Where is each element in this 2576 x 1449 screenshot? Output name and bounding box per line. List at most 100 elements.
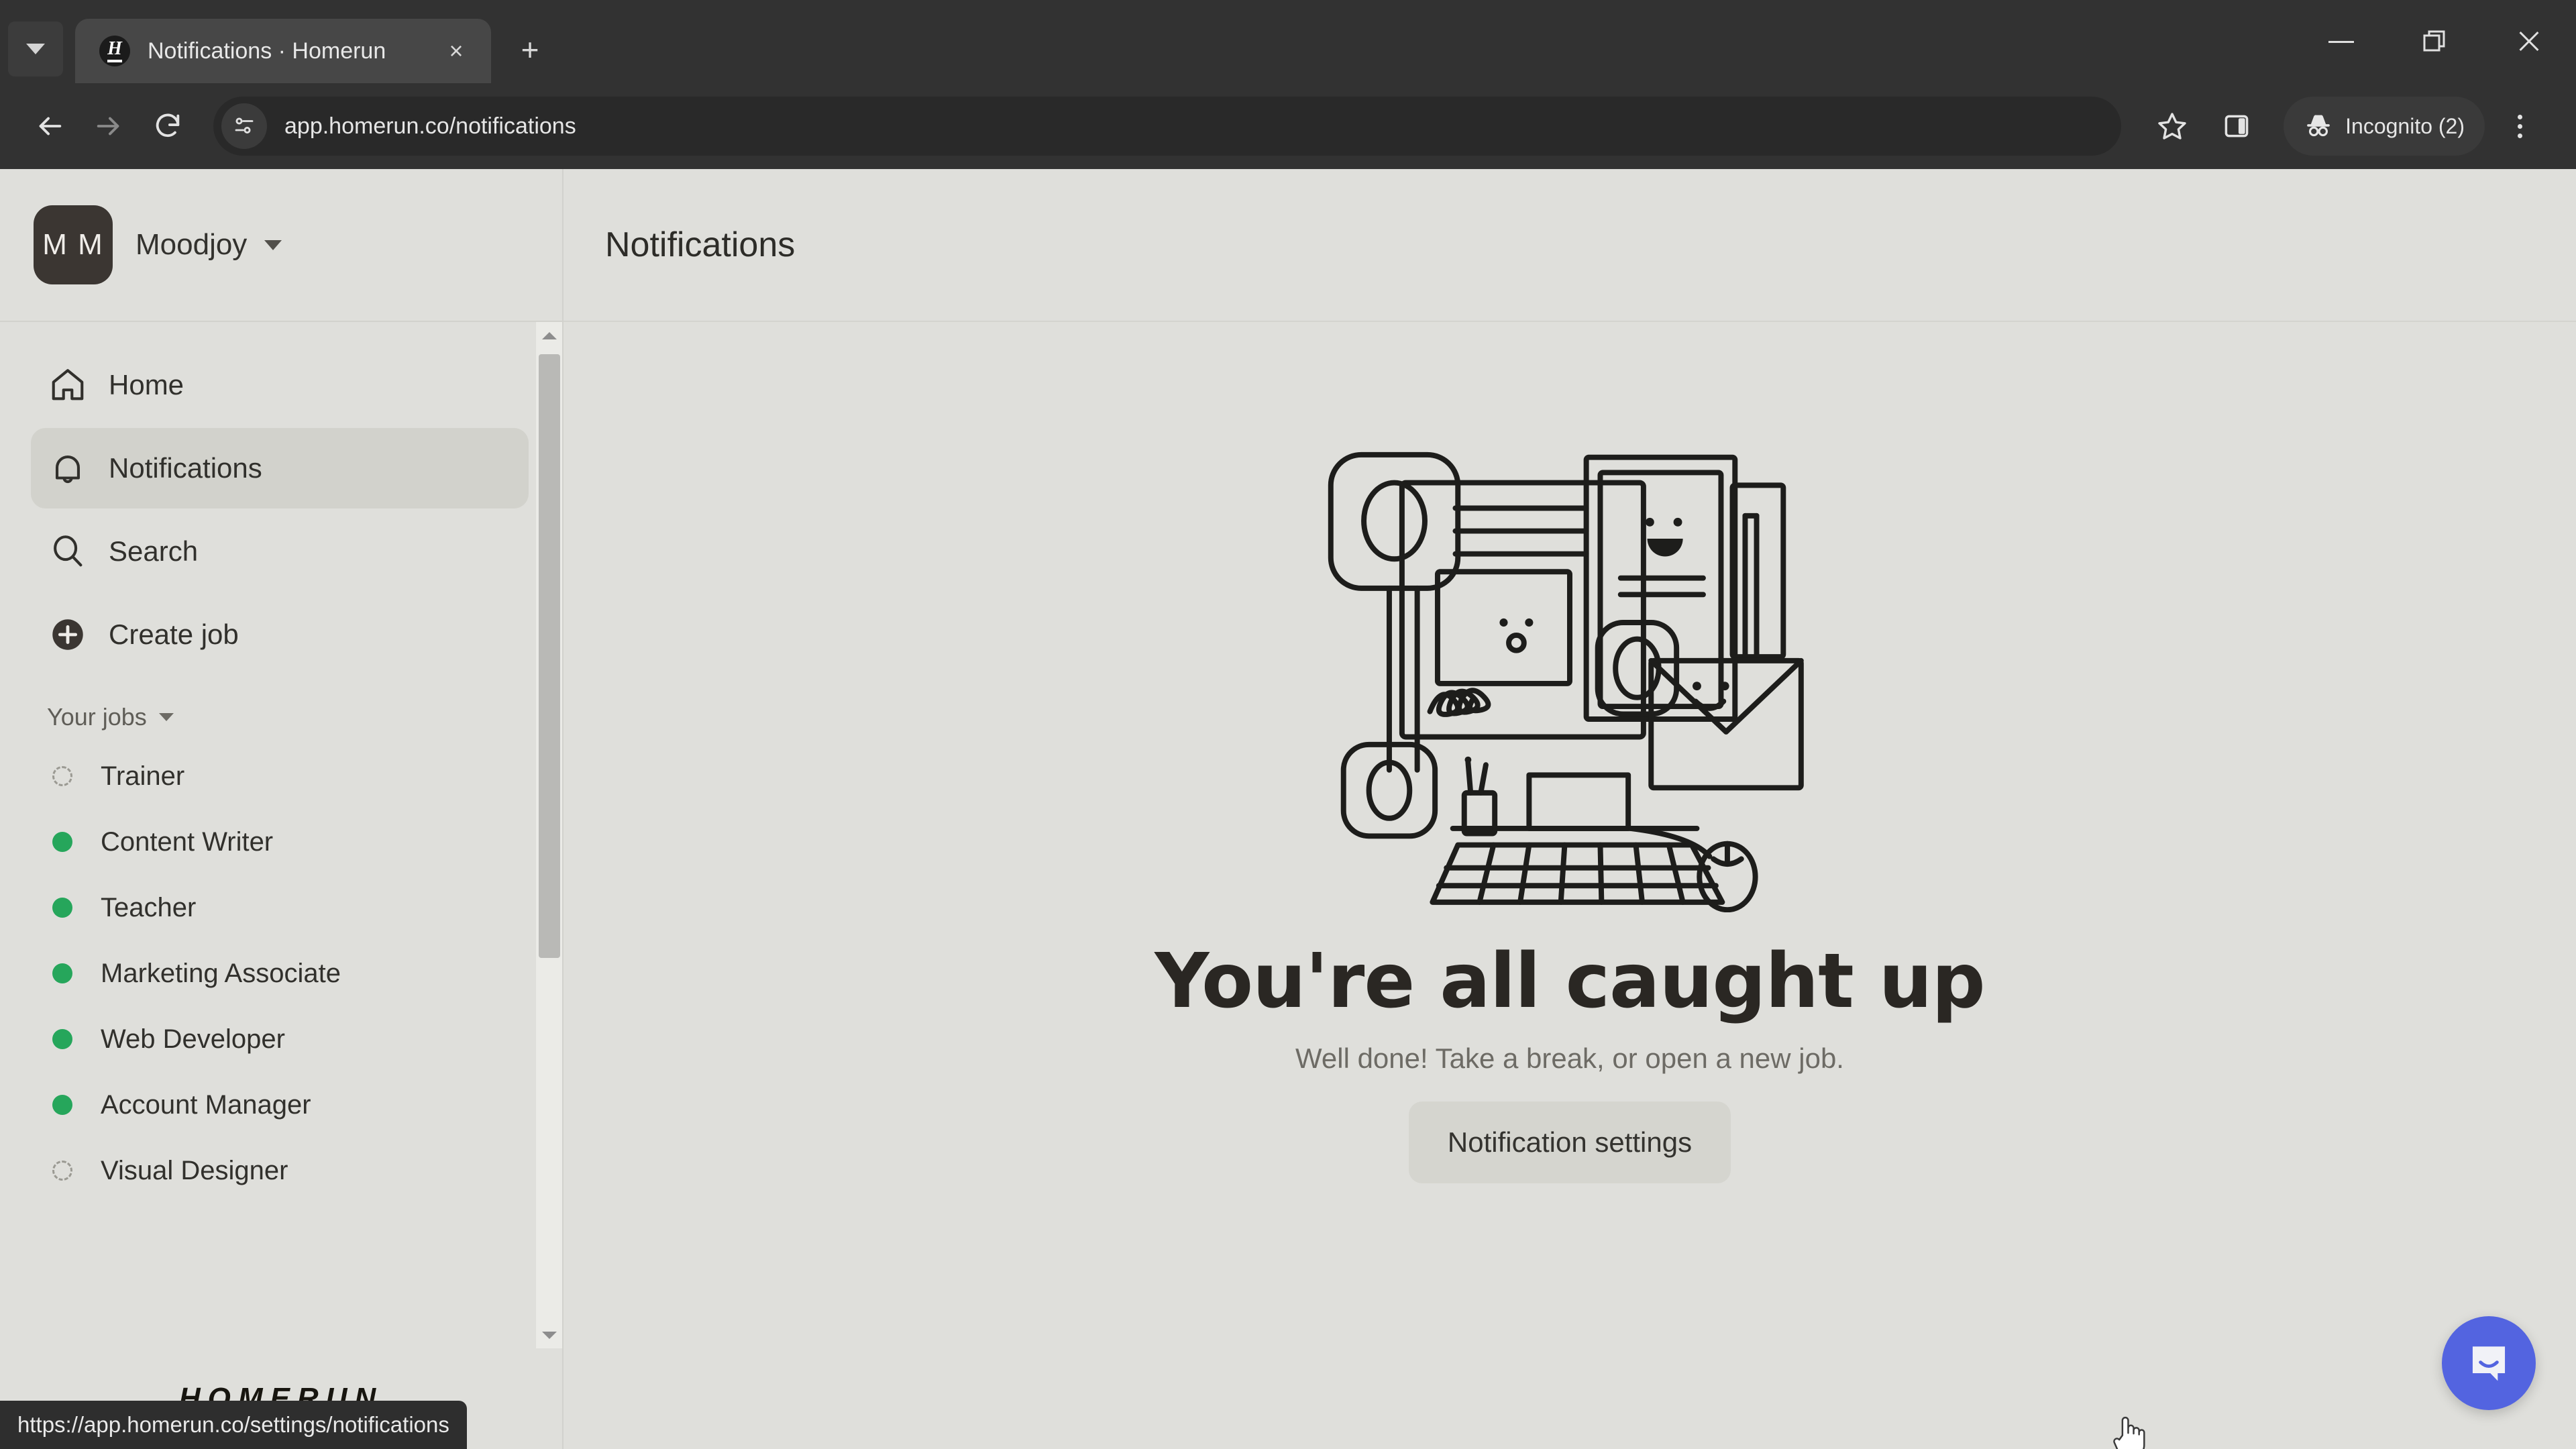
browser-tab[interactable]: H Notifications · Homerun × [75,19,491,83]
browser-menu-button[interactable] [2490,97,2549,156]
sidebar: M M Moodjoy Home Notifications Search Cr… [0,169,564,1449]
star-icon [2158,113,2186,140]
scroll-down-arrow-icon[interactable] [536,1322,562,1348]
list-item[interactable]: Trainer [31,743,529,809]
browser-window: H Notifications · Homerun × + app.homeru… [0,0,2576,1449]
chevron-down-icon [158,713,174,721]
your-jobs-label: Your jobs [47,703,147,731]
incognito-indicator[interactable]: Incognito (2) [2284,97,2485,156]
chat-bubble-icon [2472,1346,2506,1381]
page-title: Notifications [605,225,796,264]
desk-computer-envelope-illustration [1328,451,1804,912]
window-minimize-button[interactable] [2294,0,2388,83]
job-label: Web Developer [101,1024,285,1054]
tab-strip: H Notifications · Homerun × + [0,0,2576,83]
address-bar-url: app.homerun.co/notifications [284,113,576,139]
link-status-bar: https://app.homerun.co/settings/notifica… [0,1401,467,1449]
list-item[interactable]: Teacher [31,875,529,941]
your-jobs-section-header[interactable]: Your jobs [0,678,562,743]
list-item[interactable]: Marketing Associate [31,941,529,1006]
site-settings-icon [235,117,254,134]
search-icon [48,532,99,571]
avatar: M M [34,205,113,284]
status-badge [48,963,76,983]
sidebar-scrollbar[interactable] [535,322,562,1348]
home-icon [48,366,99,405]
bell-icon [48,449,99,488]
favicon-letter: H [107,40,122,62]
intercom-chat-button[interactable] [2442,1316,2536,1410]
window-close-button[interactable] [2482,0,2576,83]
empty-state: You're all caught up Well done! Take a b… [564,322,2576,1449]
empty-state-subtitle: Well done! Take a break, or open a new j… [1295,1042,1844,1074]
page-header: Notifications [564,169,2576,322]
chevron-down-icon [264,239,282,250]
status-badge [48,766,76,786]
kebab-menu-icon [2517,114,2522,138]
app-root: M M Moodjoy Home Notifications Search Cr… [0,169,2576,1449]
main-content: Notifications You're all caught up Well … [564,169,2576,1449]
window-maximize-button[interactable] [2388,0,2482,83]
job-label: Content Writer [101,826,274,857]
org-switcher[interactable]: M M Moodjoy [0,169,562,322]
side-panel-icon [2224,115,2249,138]
close-icon [2516,29,2542,54]
side-panel-button[interactable] [2207,97,2266,156]
org-name: Moodjoy [136,228,248,261]
incognito-icon [2307,115,2330,137]
back-arrow-icon [39,117,62,136]
job-label: Teacher [101,892,197,922]
favicon: H [99,36,130,66]
new-tab-button[interactable]: + [506,25,554,74]
sidebar-item-search[interactable]: Search [31,511,529,592]
status-badge [48,1095,76,1115]
sidebar-item-create-job[interactable]: Create job [31,594,529,675]
avatar-initials: M M [42,228,104,261]
list-item[interactable]: Web Developer [31,1006,529,1072]
jobs-list: Trainer Content Writer Teacher Marketing… [0,743,562,1203]
scrollbar-thumb[interactable] [539,354,560,958]
status-badge [48,898,76,918]
forward-button[interactable] [79,97,138,156]
status-badge [48,1029,76,1049]
job-label: Account Manager [101,1089,311,1120]
forward-arrow-icon [97,117,119,136]
tab-close-icon[interactable]: × [439,34,474,68]
job-label: Visual Designer [101,1155,288,1185]
sidebar-item-home[interactable]: Home [31,345,529,425]
tab-title: Notifications · Homerun [148,38,386,64]
sidebar-item-label: Home [109,369,184,400]
restore-icon [2423,30,2445,52]
reload-button[interactable] [138,97,197,156]
site-settings-button[interactable] [221,103,267,149]
bookmark-button[interactable] [2143,97,2202,156]
link-status-url: https://app.homerun.co/settings/notifica… [17,1412,449,1437]
incognito-label: Incognito (2) [2345,113,2465,138]
list-item[interactable]: Visual Designer [31,1138,529,1203]
job-label: Trainer [101,761,185,791]
chevron-down-icon [26,44,45,54]
notification-settings-button[interactable]: Notification settings [1408,1102,1731,1183]
status-badge [48,832,76,852]
back-button[interactable] [20,97,79,156]
job-label: Marketing Associate [101,958,341,988]
sidebar-item-label: Notifications [109,452,262,484]
toolbar-actions: Incognito (2) [2137,97,2549,156]
sidebar-item-label: Search [109,535,199,567]
browser-toolbar: app.homerun.co/notifications Incognito (… [0,83,2576,169]
address-bar[interactable]: app.homerun.co/notifications [213,97,2122,156]
reload-icon [156,113,180,138]
scroll-up-arrow-icon[interactable] [536,322,562,349]
list-item[interactable]: Content Writer [31,809,529,875]
tab-search-button[interactable] [8,21,63,76]
sidebar-item-label: Create job [109,619,239,650]
sidebar-scroll-area: Home Notifications Search Create job You… [0,322,562,1348]
minimize-icon [2328,40,2354,43]
primary-nav: Home Notifications Search Create job [0,345,562,675]
plus-circle-icon [48,615,99,654]
window-controls [2294,0,2576,83]
empty-state-title: You're all caught up [1155,938,1985,1025]
sidebar-item-notifications[interactable]: Notifications [31,428,529,508]
list-item[interactable]: Account Manager [31,1072,529,1138]
status-badge [48,1161,76,1181]
